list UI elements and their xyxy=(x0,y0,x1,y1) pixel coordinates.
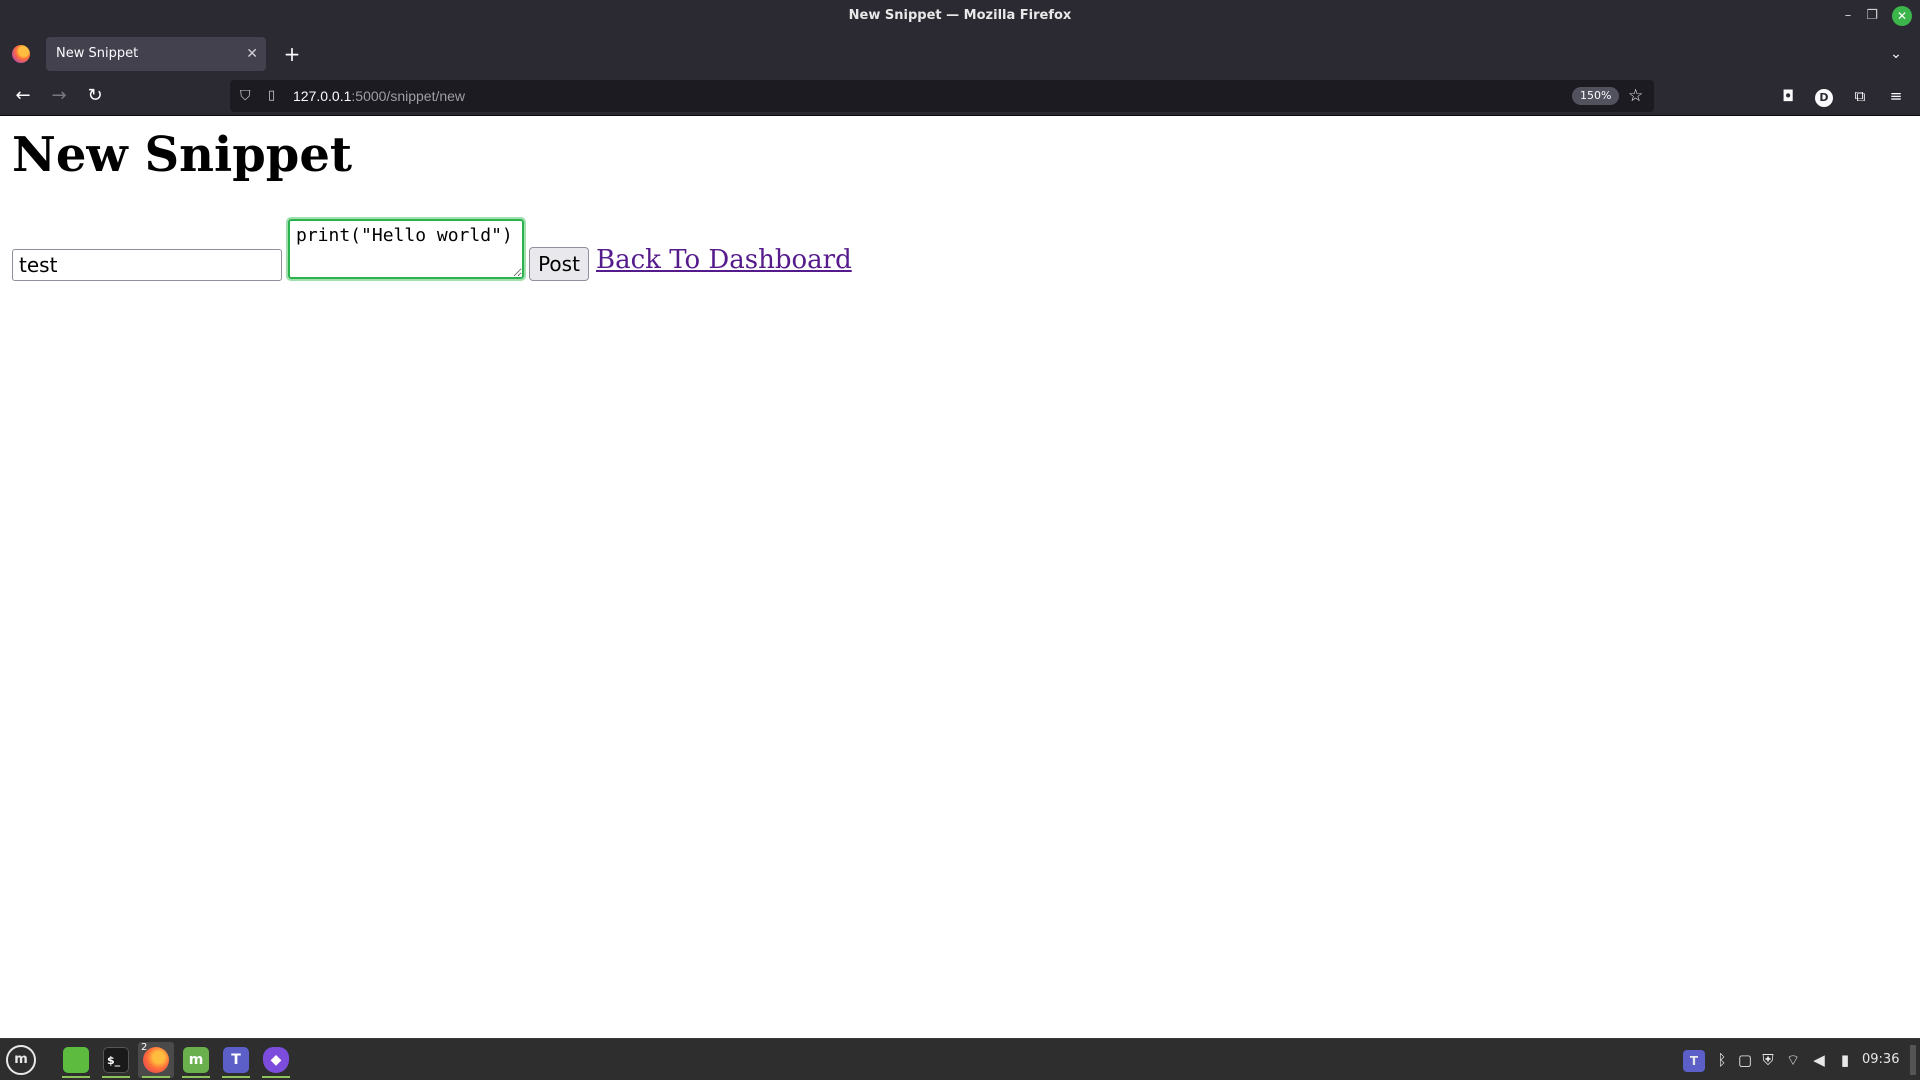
window-title: New Snippet — Mozilla Firefox xyxy=(848,8,1072,23)
tracking-protection-icon[interactable]: ⛉ xyxy=(240,80,251,112)
taskbar-firefox[interactable]: 2 xyxy=(138,1042,174,1078)
taskbar-obsidian[interactable]: ◆ xyxy=(258,1042,294,1078)
back-icon[interactable]: ← xyxy=(10,83,36,109)
page-title: New Snippet xyxy=(12,127,353,183)
running-indicator xyxy=(62,1076,90,1078)
running-indicator xyxy=(182,1076,210,1078)
url-path: :5000/snippet/new xyxy=(351,88,466,104)
security-shield-icon[interactable]: ⛨ xyxy=(1757,1039,1779,1080)
terminal-icon: $_ xyxy=(103,1047,129,1073)
forward-icon[interactable]: → xyxy=(46,83,72,109)
volume-icon[interactable]: ◀ xyxy=(1808,1039,1830,1080)
wifi-icon[interactable]: ⌔ xyxy=(1782,1039,1804,1080)
window-titlebar: New Snippet — Mozilla Firefox – ❐ ✕ xyxy=(0,0,1920,32)
folder-icon xyxy=(63,1047,89,1073)
account-avatar: D xyxy=(1815,89,1833,107)
account-icon[interactable]: D xyxy=(1811,83,1837,109)
zoom-level-badge[interactable]: 150% xyxy=(1572,87,1620,105)
running-indicator xyxy=(222,1076,250,1078)
maximize-icon[interactable]: ❐ xyxy=(1862,6,1882,26)
pocket-icon[interactable]: ◘ xyxy=(1775,83,1801,109)
reload-icon[interactable]: ↻ xyxy=(82,83,108,109)
hamburger-menu-icon[interactable]: ≡ xyxy=(1883,83,1909,109)
minimize-icon[interactable]: – xyxy=(1838,6,1858,26)
navigation-toolbar: ← → ↻ ⛉ ▯ 127.0.0.1:5000/snippet/new 150… xyxy=(0,76,1920,116)
running-indicator xyxy=(142,1076,170,1078)
taskbar: m $_ 2 m T ◆ T ᛒ ▢ ⛨ ⌔ ◀ ▮ 09:36 xyxy=(0,1038,1920,1080)
window-count-badge: 2 xyxy=(141,1042,148,1053)
tab-strip: New Snippet ✕ + ⌄ xyxy=(0,32,1920,76)
snippet-title-input[interactable] xyxy=(12,249,282,281)
start-menu-icon[interactable]: m xyxy=(6,1045,36,1075)
battery-icon[interactable]: ▮ xyxy=(1834,1039,1856,1080)
tab-new-snippet[interactable]: New Snippet ✕ xyxy=(46,37,266,71)
teams-tray-glyph: T xyxy=(1683,1050,1705,1072)
running-indicator xyxy=(262,1076,290,1078)
clipboard-icon[interactable]: ▢ xyxy=(1734,1039,1756,1080)
back-to-dashboard-link[interactable]: Back To Dashboard xyxy=(596,245,852,275)
bluetooth-icon[interactable]: ᛒ xyxy=(1711,1039,1733,1080)
page-content: New Snippet print("Hello world") Post Ba… xyxy=(0,117,1920,1037)
update-manager-icon: m xyxy=(183,1047,209,1073)
list-all-tabs-icon[interactable]: ⌄ xyxy=(1886,44,1906,64)
url-host: 127.0.0.1 xyxy=(293,88,352,104)
running-indicator xyxy=(102,1076,130,1078)
url-bar[interactable]: ⛉ ▯ 127.0.0.1:5000/snippet/new 150% ☆ xyxy=(230,80,1654,112)
snippet-code-textarea[interactable]: print("Hello world") xyxy=(286,217,526,281)
extensions-icon[interactable]: ⧉ xyxy=(1847,83,1873,109)
show-desktop-button[interactable] xyxy=(1910,1045,1916,1075)
taskbar-files[interactable] xyxy=(58,1042,94,1078)
tab-close-icon[interactable]: ✕ xyxy=(246,37,258,71)
new-tab-button[interactable]: + xyxy=(280,42,304,66)
taskbar-teams[interactable]: T xyxy=(218,1042,254,1078)
close-window-icon[interactable]: ✕ xyxy=(1892,6,1912,26)
clock[interactable]: 09:36 xyxy=(1862,1039,1899,1080)
obsidian-icon: ◆ xyxy=(263,1047,289,1073)
bookmark-star-icon[interactable]: ☆ xyxy=(1628,80,1643,112)
url-text[interactable]: 127.0.0.1:5000/snippet/new xyxy=(293,80,465,112)
taskbar-terminal[interactable]: $_ xyxy=(98,1042,134,1078)
page-info-icon[interactable]: ▯ xyxy=(268,80,275,112)
firefox-logo-icon xyxy=(12,45,30,63)
taskbar-update-manager[interactable]: m xyxy=(178,1042,214,1078)
teams-icon: T xyxy=(223,1047,249,1073)
post-button[interactable]: Post xyxy=(529,247,589,281)
tray-teams-icon[interactable]: T xyxy=(1680,1039,1708,1080)
tab-label: New Snippet xyxy=(56,46,139,61)
